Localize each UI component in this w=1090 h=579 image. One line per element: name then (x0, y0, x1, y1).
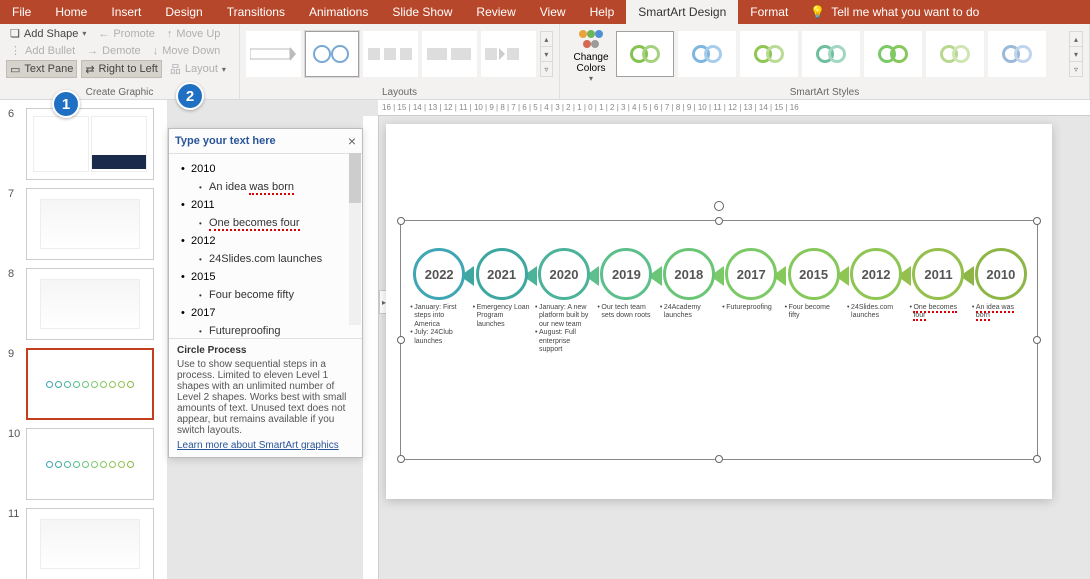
tab-insert[interactable]: Insert (99, 0, 153, 24)
styles-gallery[interactable] (616, 26, 1069, 82)
timeline-node-2010[interactable]: 2010An idea was born (970, 248, 1032, 428)
layouts-gallery[interactable]: ▴▾▿ (246, 26, 553, 82)
layout-dropdown[interactable]: 品 Layout ▾ (166, 60, 230, 78)
resize-handle[interactable] (397, 336, 405, 344)
tab-review[interactable]: Review (464, 0, 527, 24)
text-pane-item[interactable]: One becomes four (173, 214, 358, 232)
text-pane-item[interactable]: 2010 (173, 160, 358, 178)
resize-handle[interactable] (1033, 455, 1041, 463)
timeline-node-2019[interactable]: 2019Our tech team sets down roots (595, 248, 657, 428)
timeline-node-2022[interactable]: 2022January: First steps into AmericaJul… (408, 248, 470, 428)
tab-view[interactable]: View (528, 0, 578, 24)
add-shape-button[interactable]: ❏ Add Shape ▾ (6, 26, 90, 41)
layout-option[interactable] (363, 31, 418, 77)
tab-transitions[interactable]: Transitions (215, 0, 297, 24)
change-colors-button[interactable]: Change Colors ▾ (566, 26, 616, 83)
style-option[interactable] (988, 31, 1046, 77)
ribbon: ❏ Add Shape ▾ ← Promote ↑ Move Up ⋮ Add … (0, 24, 1090, 100)
slide-thumbnail-11[interactable]: 11 (0, 504, 167, 579)
close-icon[interactable]: × (348, 133, 356, 149)
timeline-node-2018[interactable]: 201824Academy launches (658, 248, 720, 428)
resize-handle[interactable] (715, 455, 723, 463)
text-pane-item[interactable]: 2017 (173, 304, 358, 322)
slide-thumbnail-panel[interactable]: 67891011 (0, 100, 168, 579)
add-bullet-button[interactable]: ⋮ Add Bullet (6, 43, 79, 58)
ruler-horizontal: 16 | 15 | 14 | 13 | 12 | 11 | 10 | 9 | 8… (378, 100, 1090, 116)
tab-animations[interactable]: Animations (297, 0, 380, 24)
smartart-text-pane[interactable]: Type your text here × 2010An idea was bo… (168, 128, 363, 458)
text-pane-item[interactable]: An idea was born (173, 178, 358, 196)
resize-handle[interactable] (397, 455, 405, 463)
resize-handle[interactable] (1033, 217, 1041, 225)
slide-editor: 16 | 15 | 14 | 13 | 12 | 11 | 10 | 9 | 8… (168, 100, 1090, 579)
lightbulb-icon: 💡 (810, 5, 825, 19)
callout-1: 1 (52, 90, 80, 118)
smartart-timeline[interactable]: 2022January: First steps into AmericaJul… (408, 248, 1032, 428)
promote-button[interactable]: ← Promote (94, 26, 159, 41)
text-pane-header: Type your text here × (169, 129, 362, 154)
rotate-handle[interactable] (714, 201, 724, 211)
resize-handle[interactable] (715, 217, 723, 225)
layout-option-selected[interactable] (305, 31, 360, 77)
timeline-node-2012[interactable]: 201224Slides.com launches (845, 248, 907, 428)
menu-tabs: FileHomeInsertDesignTransitionsAnimation… (0, 0, 1090, 24)
timeline-node-2015[interactable]: 2015Four become fifty (782, 248, 844, 428)
tab-format[interactable]: Format (738, 0, 800, 24)
slide-thumbnail-7[interactable]: 7 (0, 184, 167, 264)
callout-2: 2 (176, 82, 204, 110)
tab-smartart-design[interactable]: SmartArt Design (626, 0, 738, 24)
text-pane-item[interactable]: 2015 (173, 268, 358, 286)
demote-button[interactable]: → Demote (83, 43, 145, 58)
group-label-styles: SmartArt Styles (566, 85, 1083, 99)
layout-option[interactable] (246, 31, 301, 77)
tab-home[interactable]: Home (43, 0, 99, 24)
timeline-node-2017[interactable]: 2017Futureproofing (720, 248, 782, 428)
style-option[interactable] (802, 31, 860, 77)
slide-thumbnail-9[interactable]: 9 (0, 344, 167, 424)
learn-more-link[interactable]: Learn more about SmartArt graphics (177, 440, 339, 451)
text-pane-item[interactable]: 2012 (173, 232, 358, 250)
text-pane-toggle[interactable]: ▭ Text Pane (6, 60, 77, 78)
resize-handle[interactable] (397, 217, 405, 225)
layout-option[interactable] (481, 31, 536, 77)
tab-design[interactable]: Design (153, 0, 214, 24)
move-down-button[interactable]: ↓ Move Down (149, 43, 225, 58)
text-pane-item[interactable]: Futureproofing (173, 322, 358, 339)
tab-file[interactable]: File (0, 0, 43, 24)
resize-handle[interactable] (1033, 336, 1041, 344)
timeline-node-2011[interactable]: 2011One becomes four (907, 248, 969, 428)
text-pane-scrollbar[interactable] (349, 154, 361, 325)
ruler-vertical (363, 116, 379, 579)
tab-help[interactable]: Help (578, 0, 627, 24)
slide-thumbnail-10[interactable]: 10 (0, 424, 167, 504)
right-to-left-button[interactable]: ⇄ Right to Left (81, 60, 162, 78)
tell-me-search[interactable]: 💡Tell me what you want to do (810, 0, 979, 24)
style-option[interactable] (678, 31, 736, 77)
text-pane-item[interactable]: 24Slides.com launches (173, 250, 358, 268)
slide-thumbnail-8[interactable]: 8 (0, 264, 167, 344)
text-pane-footer: Circle Process Use to show sequential st… (169, 339, 362, 457)
style-option[interactable] (926, 31, 984, 77)
move-up-button[interactable]: ↑ Move Up (163, 26, 225, 41)
text-pane-item[interactable]: 2011 (173, 196, 358, 214)
styles-gallery-scroll[interactable]: ▴▾▿ (1069, 31, 1083, 77)
style-option[interactable] (616, 31, 674, 77)
timeline-node-2020[interactable]: 2020January: A new platform built by our… (533, 248, 595, 428)
layout-option[interactable] (422, 31, 477, 77)
slide-thumbnail-6[interactable]: 6 (0, 104, 167, 184)
timeline-node-2021[interactable]: 2021Emergency Loan Program launches (470, 248, 532, 428)
text-pane-body[interactable]: 2010An idea was born2011One becomes four… (169, 154, 362, 339)
style-option[interactable] (864, 31, 922, 77)
layouts-gallery-scroll[interactable]: ▴▾▿ (540, 31, 553, 77)
tab-slide-show[interactable]: Slide Show (380, 0, 464, 24)
main-area: 67891011 16 | 15 | 14 | 13 | 12 | 11 | 1… (0, 100, 1090, 579)
style-option[interactable] (740, 31, 798, 77)
text-pane-item[interactable]: Four become fifty (173, 286, 358, 304)
group-label-layouts: Layouts (246, 85, 553, 99)
